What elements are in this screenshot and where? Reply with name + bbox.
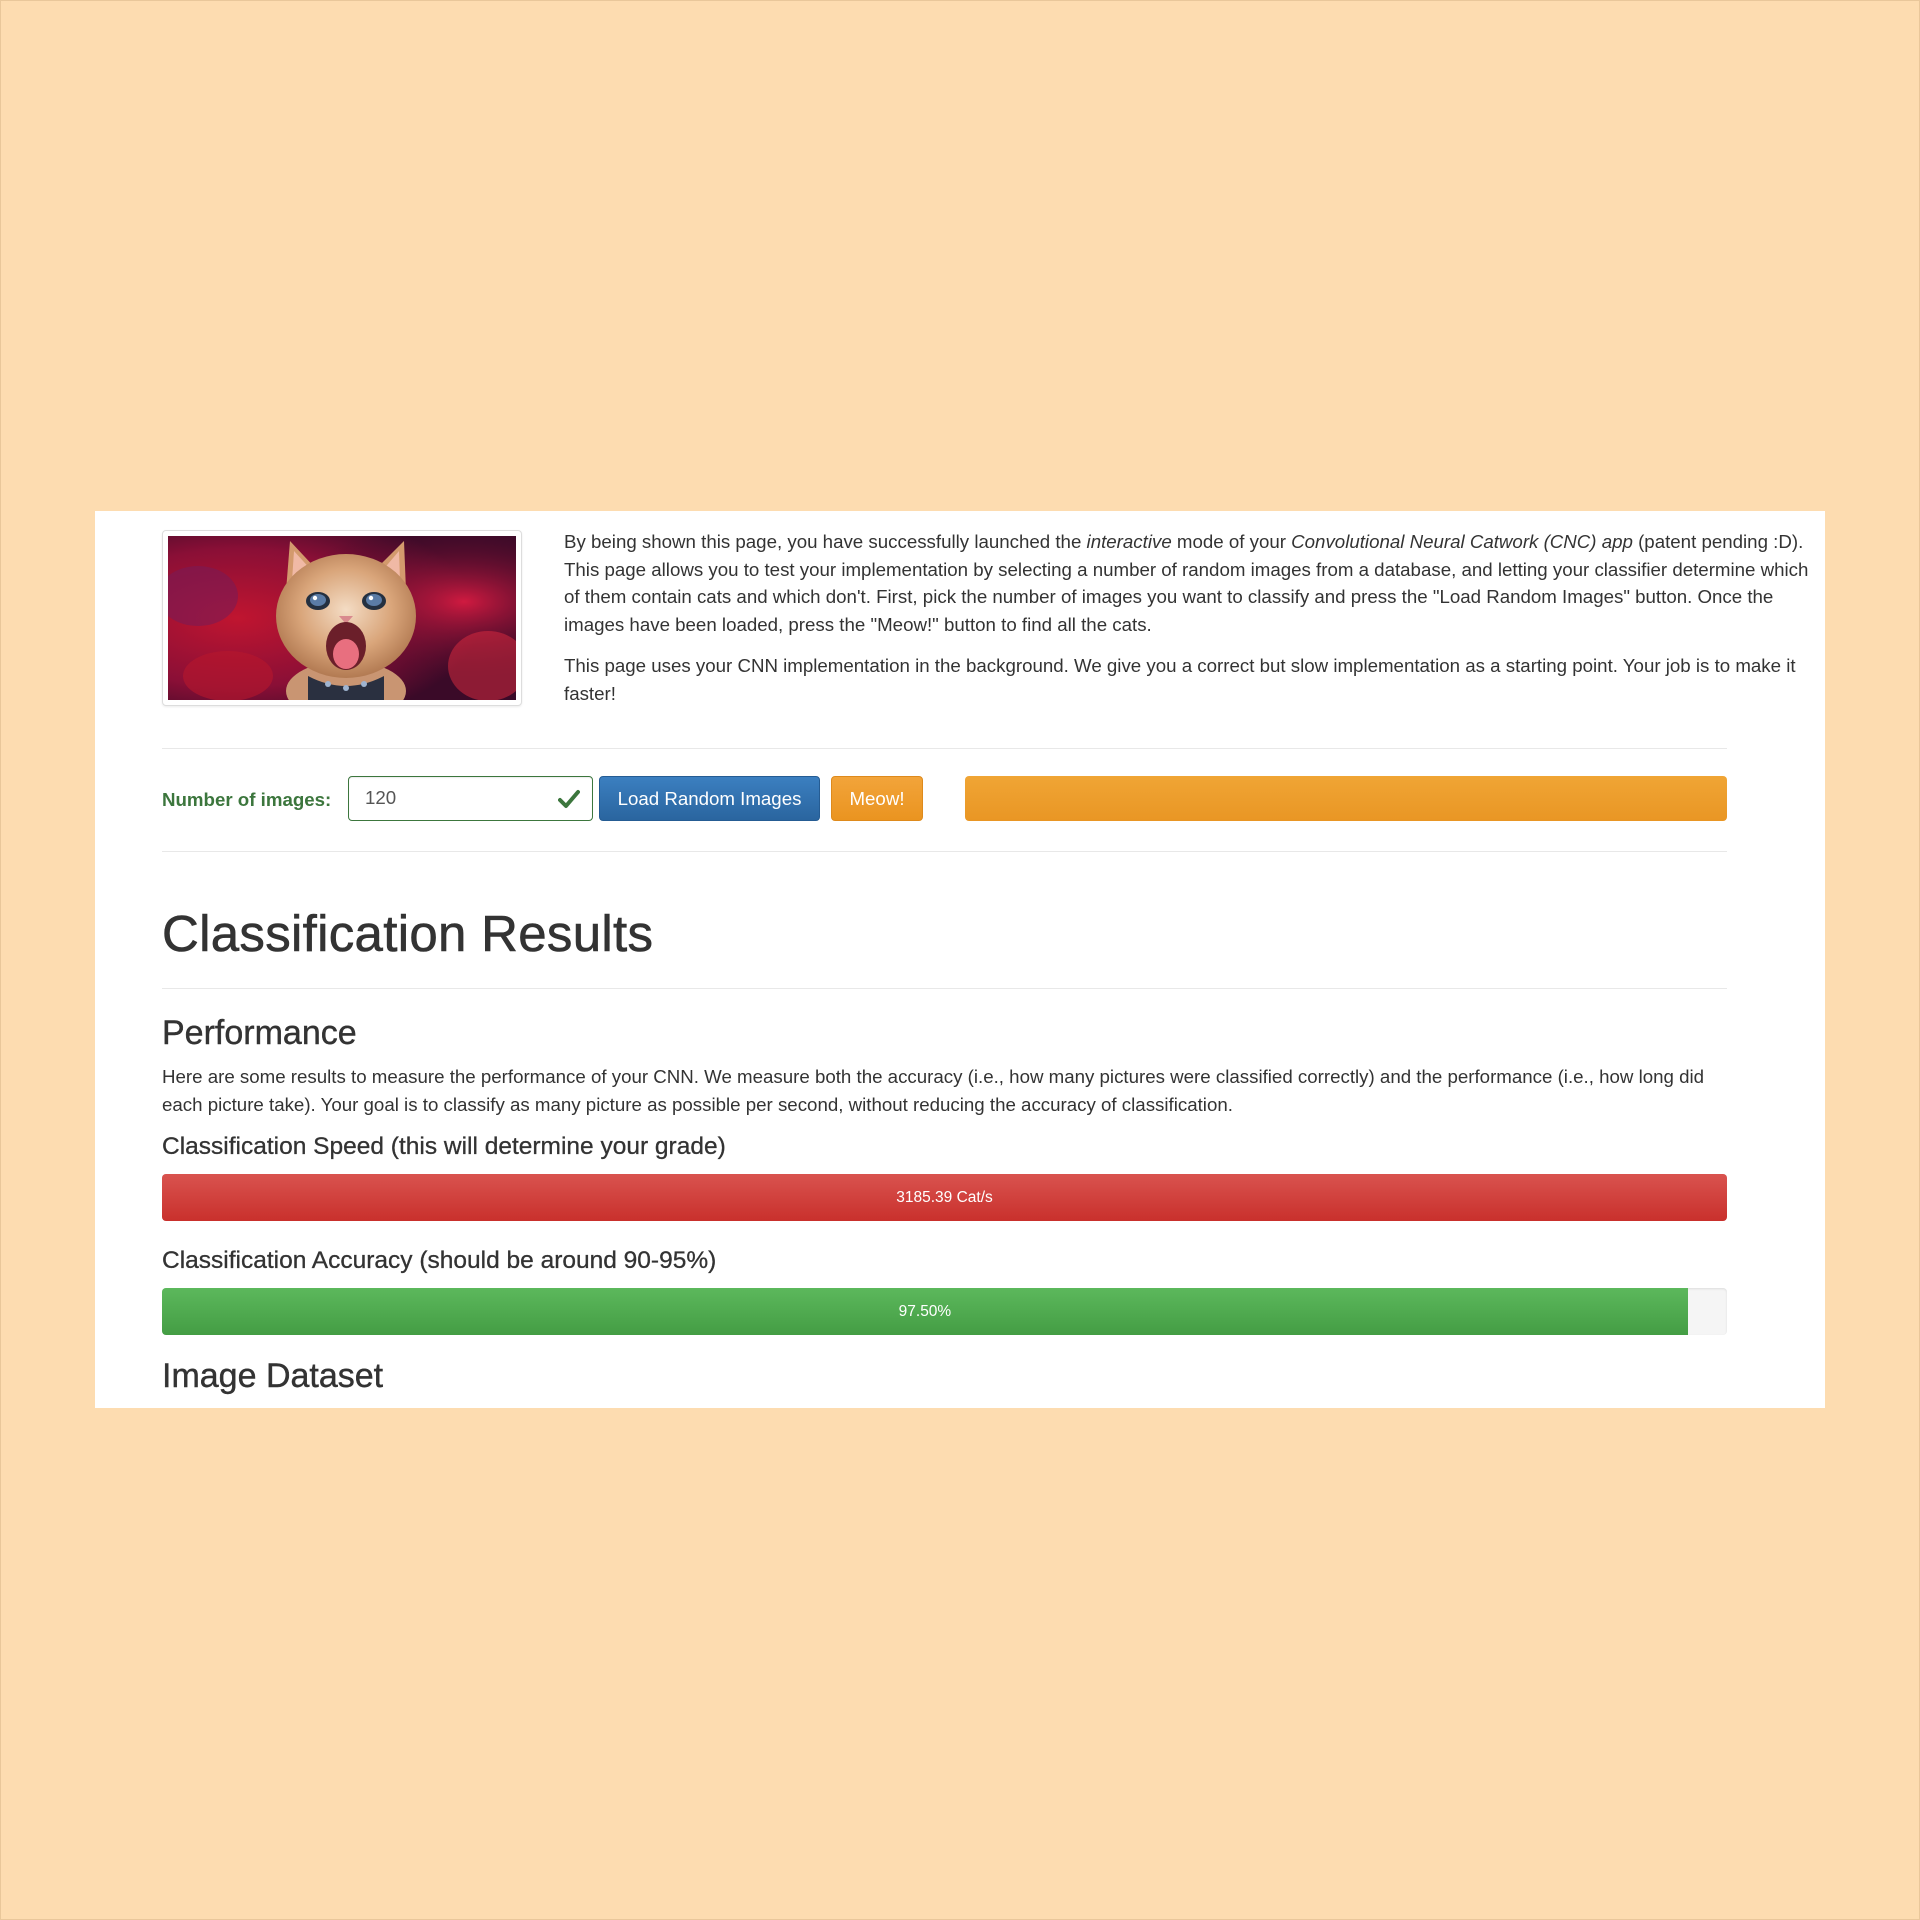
cat-photo	[168, 536, 516, 700]
checkmark-icon	[558, 790, 580, 808]
cat-thumbnail	[162, 530, 522, 706]
main-panel: By being shown this page, you have succe…	[95, 511, 1825, 1408]
classification-results-title: Classification Results	[162, 905, 654, 963]
intro-p1-emphasis-interactive: interactive	[1086, 531, 1172, 552]
meow-button[interactable]: Meow!	[831, 776, 923, 821]
classification-accuracy-bar: 97.50%	[162, 1288, 1727, 1335]
intro-paragraph-2: This page uses your CNN implementation i…	[564, 655, 1796, 704]
intro-p1-emphasis-app-name: Convolutional Neural Catwork (CNC) app	[1291, 531, 1633, 552]
loading-progress-bar	[965, 776, 1727, 821]
load-random-images-button[interactable]: Load Random Images	[599, 776, 820, 821]
performance-description: Here are some results to measure the per…	[162, 1066, 1705, 1115]
number-of-images-input[interactable]	[349, 777, 549, 819]
intro-text: By being shown this page, you have succe…	[564, 528, 1825, 721]
classification-speed-bar: 3185.39 Cat/s	[162, 1174, 1727, 1221]
number-of-images-label: Number of images:	[162, 789, 332, 810]
divider-top	[162, 748, 1727, 749]
performance-heading: Performance	[162, 1014, 357, 1052]
intro-p1-part1: By being shown this page, you have succe…	[564, 531, 1087, 552]
intro-paragraph-1: By being shown this page, you have succe…	[564, 528, 1825, 638]
divider-results	[162, 988, 1727, 989]
kitten-image	[168, 536, 516, 700]
intro-p1-part2: mode of your	[1171, 531, 1292, 552]
number-of-images-field[interactable]	[348, 776, 593, 821]
classification-speed-fill: 3185.39 Cat/s	[162, 1174, 1727, 1221]
image-dataset-heading: Image Dataset	[162, 1357, 384, 1395]
classification-speed-label: Classification Speed (this will determin…	[162, 1133, 726, 1160]
classification-accuracy-label: Classification Accuracy (should be aroun…	[162, 1247, 717, 1274]
classification-accuracy-fill: 97.50%	[162, 1288, 1688, 1335]
divider-controls	[162, 851, 1727, 852]
